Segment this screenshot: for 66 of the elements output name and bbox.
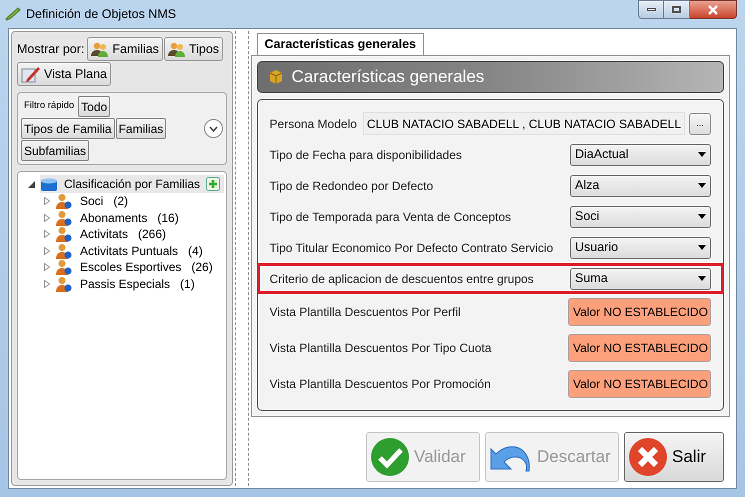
dropdown[interactable]: Soci xyxy=(570,206,711,228)
tree-item[interactable]: Passis Especials (1) xyxy=(80,274,195,293)
unset-value-box[interactable]: Valor NO ESTABLECIDO xyxy=(568,298,711,326)
filter-button[interactable]: Tipos de Familia xyxy=(21,118,115,139)
pencil-icon xyxy=(5,7,21,21)
tree-item[interactable]: Activitats (266) xyxy=(80,225,166,244)
splitter[interactable] xyxy=(235,31,249,486)
maximize-button[interactable] xyxy=(664,0,690,19)
people-icon xyxy=(168,41,186,57)
unset-value-box[interactable]: Valor NO ESTABLECIDO xyxy=(568,370,711,398)
browse-button[interactable]: ... xyxy=(689,112,711,134)
field-label: Tipo de Redondeo por Defecto xyxy=(270,178,434,194)
action-button[interactable]: Salir xyxy=(624,432,724,482)
view-button[interactable]: Familias xyxy=(87,37,163,61)
dropdown[interactable]: DiaActual xyxy=(570,144,711,166)
person-icon xyxy=(56,242,72,259)
dropdown-arrow-icon xyxy=(698,245,706,250)
box-icon xyxy=(268,69,284,85)
section-title: Características generales xyxy=(292,66,484,88)
folder-icon xyxy=(40,177,58,191)
dropdown-arrow-icon xyxy=(698,183,706,188)
window-title: Definición de Objetos NMS xyxy=(26,6,176,23)
field-label: Criterio de aplicacion de descuentos entre grupos xyxy=(270,270,534,288)
field-label: Vista Plantilla Descuentos Por Tipo Cuota xyxy=(270,340,492,357)
field-label: Vista Plantilla Descuentos Por Promoción xyxy=(270,376,491,393)
filter-button[interactable]: Subfamilias xyxy=(21,140,90,161)
field-label: Vista Plantilla Descuentos Por Perfil xyxy=(270,304,461,321)
tree-root-item[interactable]: Clasificación por Familias xyxy=(40,175,224,193)
people-icon xyxy=(91,41,110,57)
text-field[interactable]: CLUB NATACIO SABADELL , CLUB NATACIO SABADELL xyxy=(362,112,685,135)
person-icon xyxy=(56,210,72,226)
show-by-label: Mostrar por: xyxy=(17,40,84,58)
view-button[interactable]: Vista Plana xyxy=(17,62,112,86)
chevron-icon xyxy=(209,126,218,132)
dropdown-arrow-icon xyxy=(698,214,706,219)
tree-item[interactable]: Soci (2) xyxy=(80,192,128,210)
tree-item[interactable]: Escoles Esportives (26) xyxy=(80,258,213,276)
unset-value-box[interactable]: Valor NO ESTABLECIDO xyxy=(568,334,711,362)
field-label: Tipo de Temporada para Venta de Conceptos xyxy=(270,208,512,226)
dropdown[interactable]: Alza xyxy=(570,174,711,196)
close-icon xyxy=(628,437,668,477)
dropdown-arrow-icon xyxy=(698,152,706,157)
filter-button[interactable]: Todo xyxy=(78,96,110,117)
person-icon xyxy=(56,193,72,210)
field-label: Tipo Titular Economico Por Defecto Contrato Servicio xyxy=(270,240,554,256)
person-icon xyxy=(56,276,72,292)
person-icon xyxy=(56,259,72,276)
minimize-button[interactable] xyxy=(638,0,664,19)
pencil-icon xyxy=(21,65,41,83)
field-label: Persona Modelo xyxy=(270,116,357,132)
expand-button[interactable] xyxy=(204,119,224,138)
filter-button[interactable]: Familias xyxy=(116,118,166,139)
person-icon xyxy=(56,226,72,242)
quick-filter-label: Filtro rápido xyxy=(23,99,76,114)
field-label: Tipo de Fecha para disponibilidades xyxy=(270,146,462,164)
tree-item[interactable]: Activitats Puntuals (4) xyxy=(80,242,203,260)
dropdown-arrow-icon xyxy=(698,276,706,281)
tab[interactable]: Características generales xyxy=(256,33,424,55)
dropdown[interactable]: Suma xyxy=(570,268,711,290)
check-icon xyxy=(370,437,410,477)
dropdown[interactable]: Usuario xyxy=(570,236,711,258)
add-icon[interactable] xyxy=(206,177,220,191)
tree-item[interactable]: Abonaments (16) xyxy=(80,208,179,227)
close-icon xyxy=(707,4,719,14)
view-button[interactable]: Tipos xyxy=(164,37,224,61)
close-button[interactable] xyxy=(690,0,737,19)
